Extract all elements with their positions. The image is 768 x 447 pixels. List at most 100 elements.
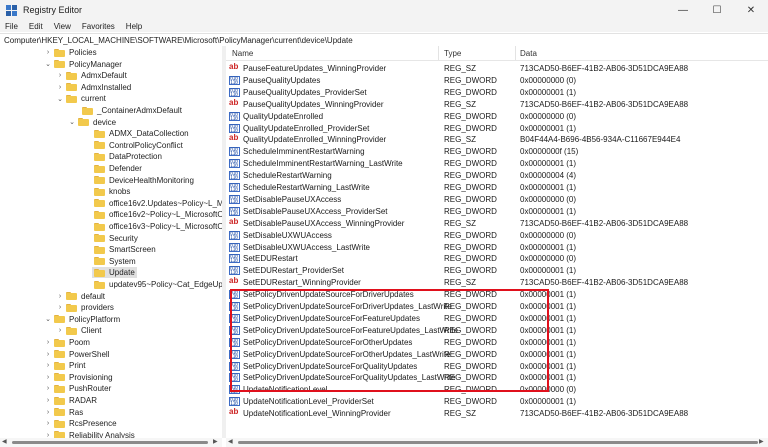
- value-row[interactable]: ScheduleRestartWarning_LastWrite REG_DWOR…: [226, 182, 768, 193]
- chevron-right-icon[interactable]: ›: [44, 351, 52, 358]
- value-row[interactable]: SetEDURestart_WinningProvider REG_SZ 713CA…: [226, 276, 768, 288]
- tree-item[interactable]: ⌄ current: [56, 93, 106, 104]
- tree-item[interactable]: _ContainerAdmxDefault: [80, 105, 182, 116]
- values-pane[interactable]: Name Type Data PauseFeatureUpdates_Winni…: [226, 46, 768, 438]
- value-row[interactable]: ScheduleRestartWarning REG_DWORD 0x0000000…: [226, 170, 768, 181]
- tree-horizontal-scrollbar[interactable]: ◀ ▶: [0, 438, 222, 447]
- value-row[interactable]: SetDisableUXWUAccess_LastWrite REG_DWORD 0…: [226, 242, 768, 253]
- chevron-right-icon[interactable]: ›: [56, 304, 64, 311]
- tree-item[interactable]: Defender: [92, 163, 142, 174]
- value-row[interactable]: SetPolicyDrivenUpdateSourceForFeatureUpd…: [226, 313, 768, 324]
- value-row[interactable]: SetPolicyDrivenUpdateSourceForFeatureUpd…: [226, 325, 768, 336]
- chevron-right-icon[interactable]: ›: [44, 420, 52, 427]
- tree-item[interactable]: Security: [92, 233, 138, 244]
- tree-item[interactable]: ⌄ PolicyManager: [44, 59, 122, 70]
- menu-file[interactable]: File: [0, 22, 24, 31]
- value-row[interactable]: SetDisablePauseUXAccess REG_DWORD 0x000000…: [226, 194, 768, 205]
- values-scroll-thumb[interactable]: [238, 441, 758, 444]
- value-row[interactable]: QualityUpdateEnrolled REG_DWORD 0x00000000…: [226, 111, 768, 122]
- value-row[interactable]: SetEDURestart REG_DWORD 0x00000000 (0): [226, 253, 768, 264]
- scroll-right-arrow-icon[interactable]: ▶: [759, 438, 764, 445]
- chevron-down-icon[interactable]: ⌄: [44, 60, 52, 68]
- tree-item[interactable]: Update: [92, 267, 137, 279]
- chevron-right-icon[interactable]: ›: [56, 293, 64, 300]
- tree-item[interactable]: › Poom: [44, 337, 90, 348]
- tree-item[interactable]: › PowerShell: [44, 349, 110, 360]
- value-row[interactable]: SetPolicyDrivenUpdateSourceForOtherUpdat…: [226, 337, 768, 348]
- tree-item[interactable]: › AdmxInstalled: [56, 82, 131, 93]
- value-row[interactable]: SetDisablePauseUXAccess_WinningProvider R…: [226, 217, 768, 229]
- menu-help[interactable]: Help: [121, 22, 148, 31]
- tree-item[interactable]: › RcsPresence: [44, 418, 117, 429]
- address-bar[interactable]: Computer\HKEY_LOCAL_MACHINE\SOFTWARE\Mic…: [0, 33, 768, 47]
- value-row[interactable]: PauseFeatureUpdates_WinningProvider REG_S…: [226, 62, 768, 74]
- column-data-header[interactable]: Data: [520, 49, 537, 58]
- value-row[interactable]: PauseQualityUpdates_ProviderSet REG_DWORD…: [226, 87, 768, 98]
- chevron-right-icon[interactable]: ›: [56, 327, 64, 334]
- value-row[interactable]: SetPolicyDrivenUpdateSourceForDriverUpda…: [226, 289, 768, 300]
- value-row[interactable]: QualityUpdateEnrolled_ProviderSet REG_DWO…: [226, 123, 768, 134]
- chevron-right-icon[interactable]: ›: [44, 374, 52, 381]
- tree-item[interactable]: knobs: [92, 186, 130, 197]
- chevron-down-icon[interactable]: ⌄: [68, 118, 76, 126]
- tree-item[interactable]: › RADAR: [44, 395, 97, 406]
- value-row[interactable]: SetPolicyDrivenUpdateSourceForQualityUpd…: [226, 361, 768, 372]
- tree-item[interactable]: › Reliability Analysis: [44, 430, 135, 438]
- column-divider[interactable]: [515, 46, 516, 60]
- tree-scroll-thumb[interactable]: [12, 441, 208, 444]
- value-row[interactable]: SetPolicyDrivenUpdateSourceForOtherUpdat…: [226, 349, 768, 360]
- tree-item[interactable]: › AdmxDefault: [56, 70, 127, 81]
- value-row[interactable]: SetEDURestart_ProviderSet REG_DWORD 0x0000…: [226, 265, 768, 276]
- chevron-right-icon[interactable]: ›: [44, 49, 52, 56]
- value-row[interactable]: ScheduleImminentRestartWarning_LastWrite…: [226, 158, 768, 169]
- chevron-right-icon[interactable]: ›: [44, 362, 52, 369]
- menu-favorites[interactable]: Favorites: [77, 22, 121, 31]
- tree-item[interactable]: office16v2.Updates~Policy~L_Mic: [92, 198, 222, 209]
- scroll-right-arrow-icon[interactable]: ▶: [213, 438, 218, 445]
- tree-item[interactable]: › Ras: [44, 407, 83, 418]
- tree-item[interactable]: › Client: [56, 325, 102, 336]
- address-path[interactable]: Computer\HKEY_LOCAL_MACHINE\SOFTWARE\Mic…: [0, 36, 353, 45]
- value-row[interactable]: PauseQualityUpdates REG_DWORD 0x00000000 (…: [226, 75, 768, 86]
- values-horizontal-scrollbar[interactable]: ◀ ▶: [226, 438, 768, 447]
- tree-item[interactable]: › Print: [44, 360, 86, 371]
- maximize-button[interactable]: ☐: [700, 0, 734, 20]
- key-tree-pane[interactable]: › Policies ⌄ PolicyManager › AdmxDefault › Admx…: [0, 46, 223, 438]
- tree-item[interactable]: office16v2~Policy~L_MicrosoftOff: [92, 209, 222, 220]
- tree-item[interactable]: ControlPolicyConflict: [92, 140, 183, 151]
- value-row[interactable]: SetDisableUXWUAccess REG_DWORD 0x00000000 …: [226, 230, 768, 241]
- value-row[interactable]: SetPolicyDrivenUpdateSourceForQualityUpd…: [226, 372, 768, 383]
- tree-item[interactable]: › providers: [56, 302, 114, 313]
- value-row[interactable]: SetPolicyDrivenUpdateSourceForDriverUpda…: [226, 301, 768, 312]
- value-row[interactable]: ScheduleImminentRestartWarning REG_DWORD 0…: [226, 146, 768, 157]
- tree-item[interactable]: › PushRouter: [44, 383, 111, 394]
- minimize-button[interactable]: —: [666, 0, 700, 20]
- tree-item[interactable]: ⌄ PolicyPlatform: [44, 314, 120, 325]
- tree-item[interactable]: › Provisioning: [44, 372, 113, 383]
- chevron-right-icon[interactable]: ›: [44, 397, 52, 404]
- column-name-header[interactable]: Name: [232, 49, 253, 58]
- value-row[interactable]: UpdateNotificationLevel REG_DWORD 0x000000…: [226, 384, 768, 395]
- chevron-right-icon[interactable]: ›: [44, 409, 52, 416]
- tree-item[interactable]: ADMX_DataCollection: [92, 128, 189, 139]
- tree-item[interactable]: System: [92, 256, 136, 267]
- tree-item[interactable]: › default: [56, 291, 105, 302]
- tree-item[interactable]: › Policies: [44, 47, 97, 58]
- chevron-down-icon[interactable]: ⌄: [56, 95, 64, 103]
- tree-item[interactable]: SmartScreen: [92, 244, 156, 255]
- value-row[interactable]: QualityUpdateEnrolled_WinningProvider REG…: [226, 133, 768, 145]
- tree-item[interactable]: office16v3~Policy~L_MicrosoftOff: [92, 221, 222, 232]
- chevron-right-icon[interactable]: ›: [44, 339, 52, 346]
- chevron-right-icon[interactable]: ›: [56, 72, 64, 79]
- value-row[interactable]: UpdateNotificationLevel_WinningProvider R…: [226, 407, 768, 419]
- scroll-left-arrow-icon[interactable]: ◀: [2, 438, 7, 445]
- tree-item[interactable]: ⌄ device: [68, 117, 116, 128]
- menu-edit[interactable]: Edit: [24, 22, 49, 31]
- chevron-down-icon[interactable]: ⌄: [44, 315, 52, 323]
- tree-item[interactable]: updatev95~Policy~Cat_EdgeUpda: [92, 279, 222, 290]
- column-type-header[interactable]: Type: [444, 49, 461, 58]
- value-row[interactable]: UpdateNotificationLevel_ProviderSet REG_D…: [226, 396, 768, 407]
- tree-item[interactable]: DeviceHealthMonitoring: [92, 175, 194, 186]
- tree-item[interactable]: DataProtection: [92, 151, 162, 162]
- value-row[interactable]: PauseQualityUpdates_WinningProvider REG_S…: [226, 98, 768, 110]
